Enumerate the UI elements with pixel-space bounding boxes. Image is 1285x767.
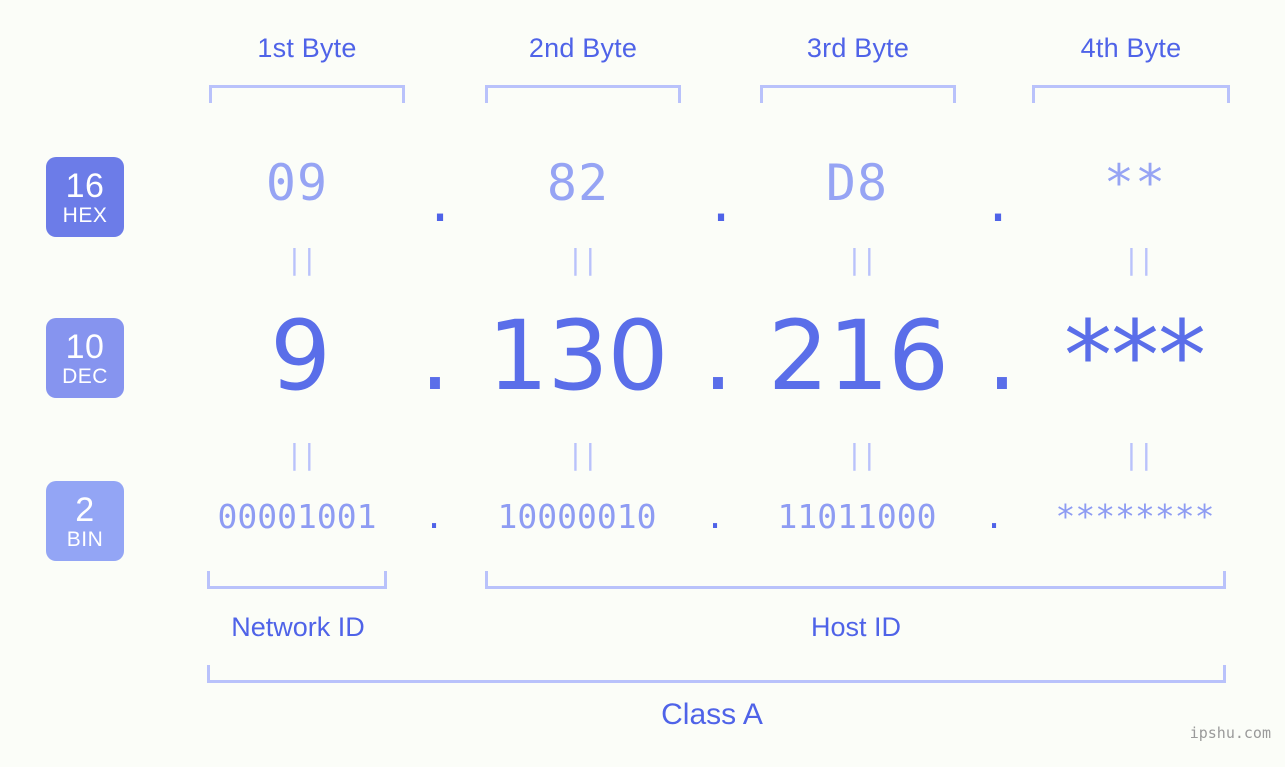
base-badge-dec-abbr: DEC bbox=[62, 364, 108, 388]
dec-byte-2: 130 bbox=[487, 300, 668, 412]
equals-mark-dec-bin-1: || bbox=[286, 438, 318, 471]
hex-separator-1: . bbox=[425, 175, 456, 233]
bin-byte-4: ******** bbox=[1055, 497, 1215, 536]
equals-mark-hex-dec-3: || bbox=[846, 243, 878, 276]
class-bracket bbox=[207, 665, 1226, 683]
base-badge-dec: 10 DEC bbox=[46, 318, 124, 398]
equals-mark-hex-dec-4: || bbox=[1123, 243, 1155, 276]
bin-separator-3: . bbox=[984, 497, 1004, 536]
class-label: Class A bbox=[661, 698, 763, 731]
network-id-bracket bbox=[207, 571, 387, 589]
base-badge-dec-number: 10 bbox=[65, 327, 105, 366]
dec-byte-3: 216 bbox=[767, 300, 949, 412]
bin-byte-1: 00001001 bbox=[217, 497, 377, 536]
base-badge-bin-number: 2 bbox=[75, 490, 95, 529]
base-badge-hex: 16 HEX bbox=[46, 157, 124, 237]
hex-byte-1: 09 bbox=[265, 154, 329, 212]
byte-bracket-2 bbox=[485, 85, 681, 103]
byte-bracket-4 bbox=[1032, 85, 1230, 103]
dec-byte-1: 9 bbox=[269, 300, 331, 412]
hex-byte-4: ** bbox=[1103, 154, 1167, 212]
host-id-label: Host ID bbox=[810, 612, 902, 642]
byte-header-3: 3rd Byte bbox=[806, 33, 910, 63]
equals-mark-hex-dec-2: || bbox=[567, 243, 599, 276]
byte-header-1: 1st Byte bbox=[257, 33, 357, 63]
byte-bracket-3 bbox=[760, 85, 956, 103]
hex-separator-3: . bbox=[983, 175, 1014, 233]
base-badge-hex-abbr: HEX bbox=[62, 203, 108, 227]
equals-mark-dec-bin-3: || bbox=[846, 438, 878, 471]
watermark: ipshu.com bbox=[1189, 724, 1271, 742]
hex-byte-3: D8 bbox=[825, 154, 889, 212]
host-id-bracket bbox=[485, 571, 1226, 589]
dec-byte-4: *** bbox=[1064, 300, 1206, 412]
base-badge-bin-abbr: BIN bbox=[66, 527, 104, 551]
bin-separator-1: . bbox=[424, 497, 444, 536]
bin-separator-2: . bbox=[705, 497, 725, 536]
hex-separator-2: . bbox=[706, 175, 737, 233]
byte-header-4: 4th Byte bbox=[1080, 33, 1182, 63]
equals-mark-hex-dec-1: || bbox=[286, 243, 318, 276]
network-id-label: Network ID bbox=[231, 612, 365, 642]
bin-byte-2: 10000010 bbox=[497, 497, 657, 536]
byte-bracket-1 bbox=[209, 85, 405, 103]
base-badge-hex-number: 16 bbox=[65, 166, 105, 205]
equals-mark-dec-bin-4: || bbox=[1123, 438, 1155, 471]
equals-mark-dec-bin-2: || bbox=[567, 438, 599, 471]
base-badge-bin: 2 BIN bbox=[46, 481, 124, 561]
byte-header-2: 2nd Byte bbox=[528, 33, 638, 63]
ip-address-breakdown-diagram: 1st Byte 2nd Byte 3rd Byte 4th Byte 16 H… bbox=[0, 0, 1285, 767]
hex-byte-2: 82 bbox=[546, 154, 610, 212]
bin-byte-3: 11011000 bbox=[777, 497, 937, 536]
